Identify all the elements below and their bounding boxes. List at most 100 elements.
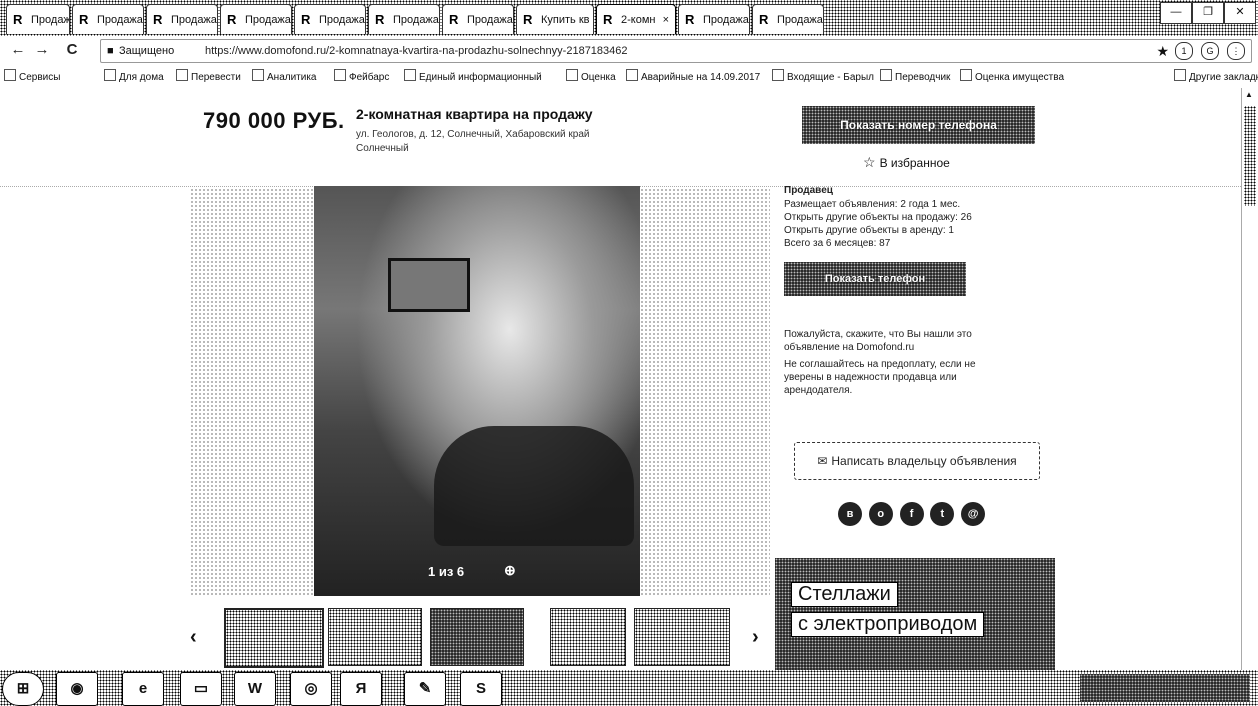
close-window-button[interactable]: ✕ (1224, 2, 1256, 24)
folder-icon (626, 69, 638, 81)
page-scrollbar[interactable]: ▲ (1241, 88, 1258, 670)
thumbnail[interactable] (634, 608, 730, 666)
minimize-button[interactable]: — (1160, 2, 1192, 24)
bookmark[interactable]: Для дома (104, 69, 164, 83)
tab[interactable]: RПродажа (368, 4, 440, 34)
browser-tab-strip: RПродажа RПродажа RПродажа RПродажа RПро… (0, 0, 1258, 36)
explorer-taskbar-icon[interactable]: ▭ (180, 672, 222, 706)
url-text[interactable]: https://www.domofond.ru/2-komnatnaya-kva… (205, 40, 628, 62)
tab[interactable]: RПродажа (442, 4, 514, 34)
address-line: ул. Геологов, д. 12, Солнечный, Хабаровс… (356, 129, 590, 140)
ok-share-icon[interactable]: о (868, 502, 893, 526)
show-phone-button[interactable]: Показать номер телефона (802, 106, 1035, 144)
thumbnail-strip: ‹ › (190, 606, 780, 668)
show-phone-sidebar-button[interactable]: Показать телефон (784, 262, 966, 296)
bookmark[interactable]: Переводчик (880, 69, 950, 83)
extension-icon[interactable]: G (1201, 42, 1219, 60)
secure-label: Защищено (119, 45, 175, 57)
show-phone-label: Показать номер телефона (840, 118, 997, 132)
mail-share-icon[interactable]: @ (961, 502, 986, 526)
reload-button[interactable]: C (62, 40, 82, 60)
envelope-icon: ✉ (817, 454, 828, 468)
yandex-taskbar-icon[interactable]: Я (340, 672, 382, 706)
apps-icon (4, 69, 16, 81)
thumbnail[interactable] (550, 608, 626, 666)
tab-favicon-icon: R (13, 12, 23, 27)
media-taskbar-icon[interactable]: ◎ (290, 672, 332, 706)
listing-address: ул. Геологов, д. 12, Солнечный, Хабаровс… (356, 128, 656, 156)
bookmark[interactable]: Оценка имущества (960, 69, 1064, 83)
add-to-favorites-link[interactable]: ☆ В избранное (863, 154, 950, 171)
back-button[interactable]: ← (8, 40, 28, 60)
folder-icon (252, 69, 264, 81)
ie-taskbar-icon[interactable]: e (122, 672, 164, 706)
scrollbar-thumb[interactable] (1244, 106, 1256, 206)
bookmark[interactable]: Аварийные на 14.09.2017 (626, 69, 760, 83)
tab[interactable]: RПродажа (220, 4, 292, 34)
photo-backdrop (640, 188, 770, 596)
tab[interactable]: R Купить кв (516, 4, 594, 34)
folder-icon (104, 69, 116, 81)
menu-icon[interactable]: ⋮ (1227, 42, 1245, 60)
write-owner-button[interactable]: ✉ Написать владельцу объявления (794, 442, 1040, 480)
forward-button[interactable]: → (32, 40, 52, 60)
address-line: Солнечный (356, 143, 409, 154)
bookmark[interactable]: Входящие - Барыл (772, 69, 874, 83)
tab-favicon-icon: R (79, 12, 89, 27)
bookmark[interactable]: Перевести (176, 69, 241, 83)
tab-favicon-icon: R (603, 12, 613, 27)
tab[interactable]: RПродажа (146, 4, 218, 34)
main-photo[interactable]: 1 из 6 ⊕ (314, 186, 640, 596)
skype-taskbar-icon[interactable]: S (460, 672, 502, 706)
tab[interactable]: RПродажа (678, 4, 750, 34)
lock-icon: ■ (107, 45, 114, 57)
zoom-icon[interactable]: ⊕ (504, 562, 516, 579)
seller-other-rent-link[interactable]: Открыть другие объекты в аренду: 1 (784, 224, 954, 237)
social-share: в о f t @ (838, 502, 989, 530)
tab-close-icon[interactable]: × (663, 5, 669, 34)
url-bar[interactable]: ■ Защищено https://www.domofond.ru/2-kom… (100, 39, 1252, 63)
bookmark[interactable]: Оценка (566, 69, 616, 83)
bookmark-star-icon[interactable]: ★ (1156, 40, 1169, 62)
advertisement-banner[interactable]: Стеллажи с электроприводом (775, 558, 1055, 670)
photo-counter: 1 из 6 (428, 564, 465, 579)
twitter-share-icon[interactable]: t (930, 502, 955, 526)
photo-detail (434, 426, 634, 546)
ad-text: Стеллажи (791, 582, 898, 607)
ad-text: с электроприводом (791, 612, 985, 637)
bookmark-other[interactable]: Другие закладки (1174, 69, 1258, 83)
folder-icon (566, 69, 578, 81)
tab[interactable]: RПродажа (72, 4, 144, 34)
tab-active[interactable]: R 2-комн × (596, 4, 676, 34)
tab-favicon-icon: R (449, 12, 459, 27)
tab-favicon-icon: R (153, 12, 163, 27)
maximize-button[interactable]: ❐ (1192, 2, 1224, 24)
vk-share-icon[interactable]: в (838, 502, 862, 526)
seller-other-sale-link[interactable]: Открыть другие объекты на продажу: 26 (784, 211, 972, 224)
chrome-taskbar-icon[interactable]: ◉ (56, 672, 98, 706)
bookmark-apps[interactable]: Сервисы (4, 69, 60, 83)
tab[interactable]: RПродажа (294, 4, 366, 34)
word-taskbar-icon[interactable]: W (234, 672, 276, 706)
bookmark[interactable]: Единый информационный (404, 69, 542, 83)
next-photo-button[interactable]: › (752, 626, 759, 649)
facebook-share-icon[interactable]: f (899, 502, 924, 526)
start-button[interactable]: ⊞ (2, 672, 44, 706)
tab[interactable]: RПродажа (752, 4, 824, 34)
tab-favicon-icon: R (523, 12, 533, 27)
prev-photo-button[interactable]: ‹ (190, 626, 197, 649)
thumbnail-active[interactable] (224, 608, 324, 668)
bookmark[interactable]: Аналитика (252, 69, 317, 83)
folder-icon (960, 69, 972, 81)
thumbnail[interactable] (328, 608, 422, 666)
tab[interactable]: RПродажа (6, 4, 70, 34)
tab-favicon-icon: R (227, 12, 237, 27)
prepayment-warning: Не соглашайтесь на предоплату, если не у… (784, 359, 976, 396)
paint-taskbar-icon[interactable]: ✎ (404, 672, 446, 706)
scroll-up-icon[interactable]: ▲ (1245, 90, 1253, 99)
bookmark[interactable]: Фейбарс (334, 69, 389, 83)
windows-taskbar: ⊞ ◉ e ▭ W ◎ Я ✎ S (0, 670, 1258, 706)
thumbnail[interactable] (430, 608, 524, 666)
extension-icon[interactable]: 1 (1175, 42, 1193, 60)
system-tray[interactable] (1080, 674, 1250, 702)
